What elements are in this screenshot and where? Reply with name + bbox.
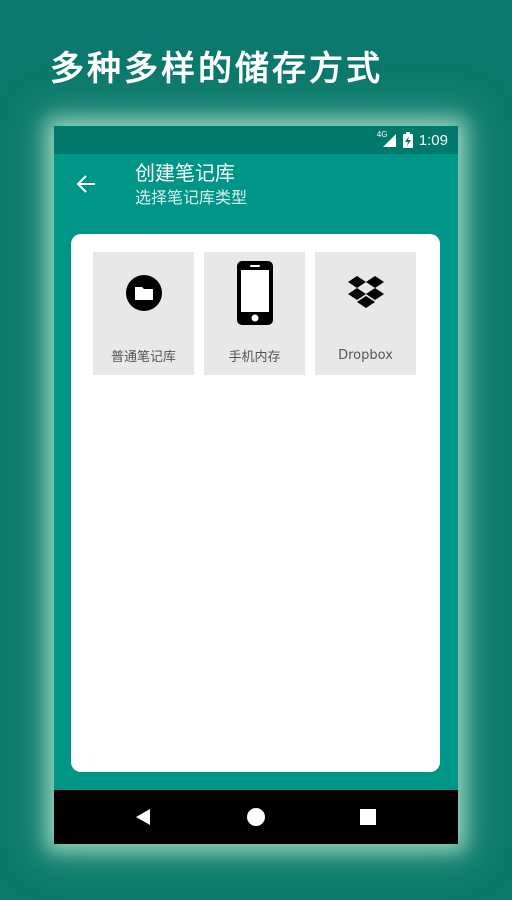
system-nav-bar: [54, 790, 458, 844]
signal-4g-icon: 4G: [377, 130, 397, 148]
triangle-back-icon: [136, 809, 150, 825]
page-title: 创建笔记库: [135, 161, 235, 185]
dropbox-icon: [315, 260, 416, 326]
arrow-left-icon: [76, 175, 95, 193]
promo-title: 多种多样的储存方式: [50, 49, 383, 89]
battery-charging-icon: [402, 132, 413, 148]
smartphone-icon: [204, 260, 305, 326]
status-time: 1:09: [418, 131, 448, 149]
back-button[interactable]: [68, 166, 104, 202]
page-subtitle: 选择笔记库类型: [135, 188, 248, 207]
storage-option-phone[interactable]: 手机内存: [204, 252, 305, 375]
storage-option-label: 普通笔记库: [110, 350, 176, 365]
storage-options-card: 普通笔记库 手机内存 Dropbox: [71, 234, 440, 772]
storage-option-normal[interactable]: 普通笔记库: [93, 252, 194, 375]
storage-option-dropbox[interactable]: Dropbox: [315, 252, 416, 375]
status-indicators: 4G 1:09: [377, 126, 448, 154]
nav-home-button[interactable]: [239, 800, 273, 834]
app-bar: 创建笔记库 选择笔记库类型: [54, 154, 458, 216]
storage-option-label: Dropbox: [338, 348, 393, 363]
folder-circle-icon: [93, 260, 194, 326]
circle-home-icon: [247, 808, 265, 826]
square-recents-icon: [360, 809, 376, 825]
storage-option-label: 手机内存: [228, 350, 281, 365]
nav-recents-button[interactable]: [351, 800, 385, 834]
status-bar: 4G 1:09: [54, 126, 458, 154]
device-screen: 4G 1:09 创建笔记库 选择笔记库类型 普通笔记库 手机内存 Dropbox: [54, 126, 458, 844]
nav-back-button[interactable]: [126, 800, 160, 834]
